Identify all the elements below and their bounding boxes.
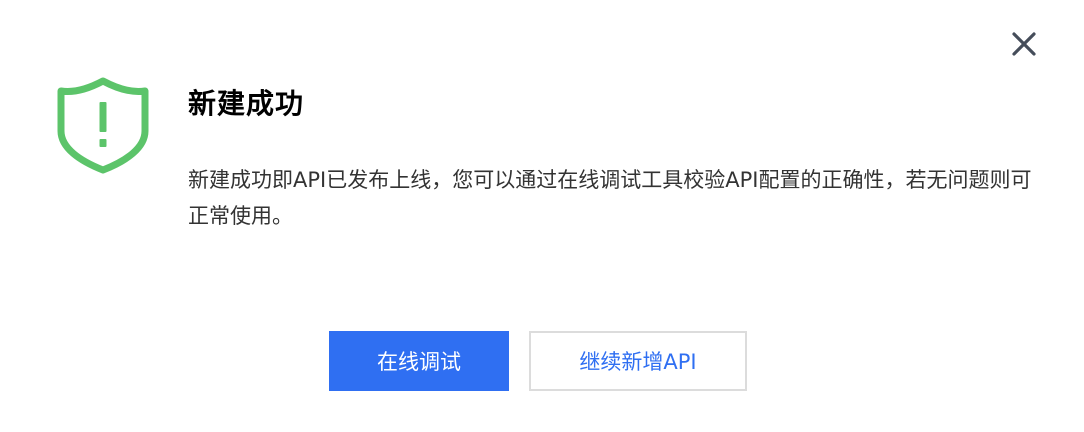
- continue-add-api-button[interactable]: 继续新增API: [529, 331, 747, 391]
- shield-exclamation-icon: [57, 77, 149, 174]
- dialog-message: 新建成功即API已发布上线，您可以通过在线调试工具校验API配置的正确性，若无问…: [188, 168, 1032, 228]
- dialog-title: 新建成功: [188, 87, 305, 120]
- close-button[interactable]: [1008, 28, 1040, 60]
- online-debug-button[interactable]: 在线调试: [329, 331, 509, 391]
- close-icon: [1012, 32, 1036, 56]
- success-dialog: 新建成功 新建成功即API已发布上线，您可以通过在线调试工具校验API配置的正确…: [0, 0, 1084, 432]
